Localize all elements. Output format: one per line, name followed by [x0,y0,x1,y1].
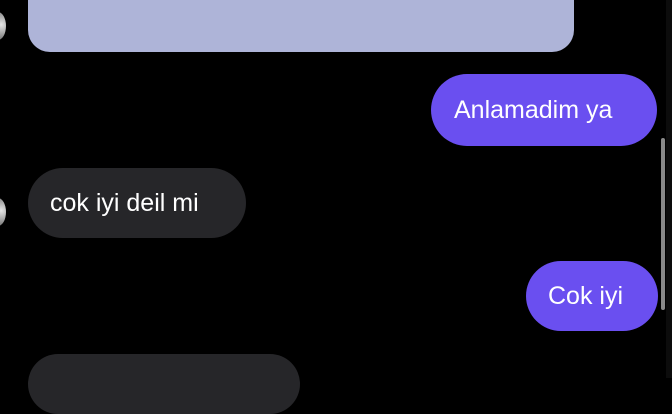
outgoing-message-bubble[interactable]: Cok iyi [526,261,658,331]
sender-avatar[interactable] [0,198,6,226]
incoming-message-bubble[interactable] [28,354,300,414]
scrollbar-thumb[interactable] [661,138,665,310]
incoming-message-bubble[interactable]: cok iyi deil mi [28,168,246,238]
media-message-bubble[interactable] [28,0,574,52]
outgoing-message-bubble[interactable]: Anlamadim ya [431,74,657,146]
sender-avatar[interactable] [0,12,6,40]
message-text: Anlamadim ya [454,95,613,124]
message-text: Cok iyi [548,281,624,310]
message-text: cok iyi deil mi [50,188,199,217]
scroll-track [666,0,672,378]
